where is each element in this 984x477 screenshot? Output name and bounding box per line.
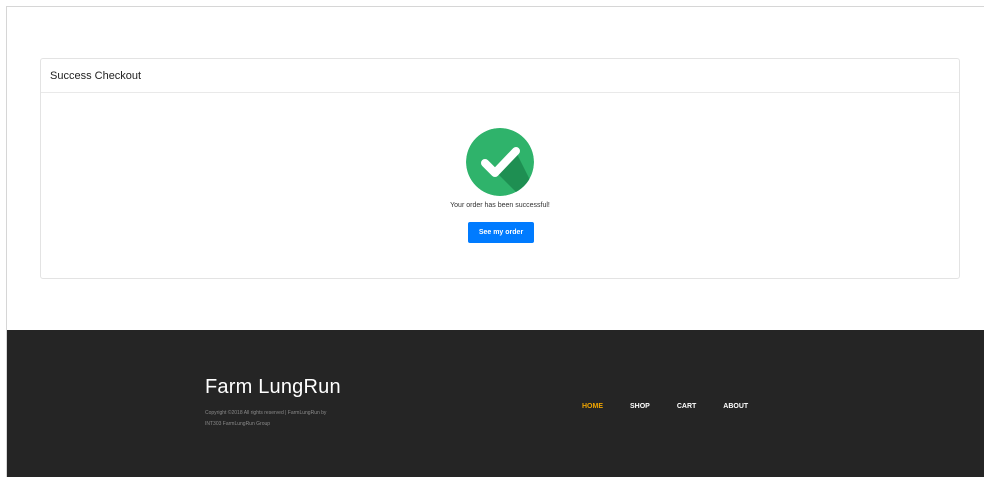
nav-link-home[interactable]: HOME	[582, 403, 603, 410]
nav-link-cart[interactable]: CART	[677, 403, 696, 410]
check-circle-icon	[466, 128, 534, 196]
copyright-line-1: Copyright ©2018 All rights reserved | Fa…	[205, 410, 327, 416]
footer: Farm LungRun Copyright ©2018 All rights …	[7, 330, 984, 477]
copyright-text: Copyright ©2018 All rights reserved | Fa…	[205, 408, 395, 430]
see-my-order-button[interactable]: See my order	[468, 222, 534, 243]
footer-brand: Farm LungRun	[205, 376, 341, 398]
nav-link-about[interactable]: ABOUT	[723, 403, 748, 410]
checkout-card: Success Checkout Your order has been suc…	[40, 58, 960, 279]
copyright-line-2: INT303 FarmLungRun Group	[205, 421, 271, 427]
card-title: Success Checkout	[41, 59, 959, 93]
success-message: Your order has been successful!	[450, 202, 550, 209]
card-body: Your order has been successful! See my o…	[41, 93, 959, 278]
page: Success Checkout Your order has been suc…	[6, 6, 984, 477]
nav-link-shop[interactable]: SHOP	[630, 403, 650, 410]
footer-nav: HOME SHOP CART ABOUT	[582, 403, 775, 410]
